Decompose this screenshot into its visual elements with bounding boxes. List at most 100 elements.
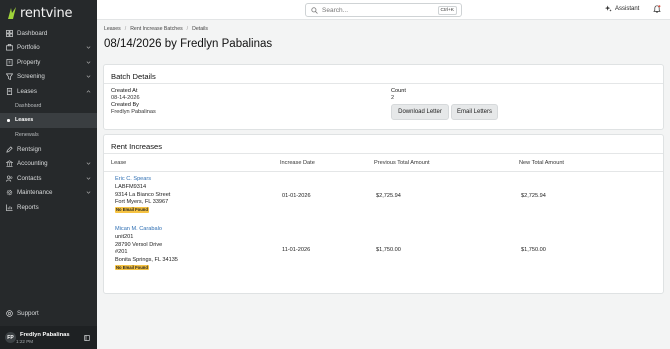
divider	[104, 153, 663, 154]
sidebar-nav: Dashboard Portfolio Property Screening L…	[0, 26, 97, 215]
lease-detail: 9314 La Bianco Street	[115, 191, 171, 198]
assistant-label: Assistant	[615, 5, 640, 12]
sidebar-item-portfolio[interactable]: Portfolio	[0, 41, 97, 56]
column-header-lease[interactable]: Lease	[111, 160, 126, 166]
sidebar-item-label: Reports	[17, 203, 39, 211]
sidebar-subitem-renewals[interactable]: Renewals	[0, 128, 97, 143]
table-row: Mican M. Carabalo unit201 28790 Versol D…	[115, 226, 178, 273]
sparkle-icon	[605, 5, 612, 12]
batch-count-info: Count 2	[391, 88, 406, 102]
lease-detail: LABFM9314	[115, 183, 147, 190]
avatar: FP	[5, 332, 16, 343]
dashboard-icon	[6, 29, 13, 37]
created-by-value: Fredlyn Pabalinas	[111, 109, 156, 115]
batch-details-heading: Batch Details	[111, 72, 156, 81]
sidebar-item-maintenance[interactable]: Maintenance	[0, 186, 97, 201]
status-badge: No Email Found	[115, 207, 149, 213]
sidebar-subitem-leases[interactable]: Leases	[0, 113, 97, 128]
sidebar-item-accounting[interactable]: Accounting	[0, 157, 97, 172]
chart-icon	[6, 204, 13, 211]
sidebar-item-rentsign[interactable]: Rentsign	[0, 142, 97, 157]
sidebar-item-dashboard[interactable]: Dashboard	[0, 26, 97, 41]
breadcrumb-leases[interactable]: Leases	[104, 26, 121, 32]
main-content: Leases / Rent Increase Batches / Details…	[97, 20, 670, 349]
sidebar-item-property[interactable]: Property	[0, 55, 97, 70]
sidebar-item-label: Support	[17, 309, 39, 317]
brand-name: rentvine	[20, 5, 73, 21]
created-by-label: Created By	[111, 102, 139, 108]
column-header-new-total[interactable]: New Total Amount	[519, 160, 564, 166]
sidebar-item-label: Leases	[17, 87, 37, 95]
user-time: 1:22 PM	[16, 338, 34, 344]
sidebar-item-screening[interactable]: Screening	[0, 70, 97, 85]
lease-detail: Fort Myers, FL 33967	[115, 199, 169, 206]
download-letter-button[interactable]: Download Letter	[391, 104, 449, 120]
new-total-cell: $2,725.94	[521, 193, 546, 199]
chevron-down-icon	[86, 46, 91, 50]
breadcrumb-separator: /	[124, 26, 127, 32]
divider	[104, 171, 663, 172]
new-total-cell: $1,750.00	[521, 247, 546, 253]
user-info: Fredlyn Pabalinas 1:22 PM	[16, 332, 70, 344]
assistant-button[interactable]: Assistant	[605, 5, 639, 12]
breadcrumb-details: Details	[192, 26, 208, 32]
brand-logo[interactable]: rentvine	[6, 5, 73, 21]
sidebar-item-label: Contacts	[17, 174, 42, 182]
increase-date-cell: 11-01-2026	[282, 247, 311, 253]
collapse-sidebar-icon[interactable]	[84, 334, 90, 341]
chevron-down-icon	[86, 191, 91, 195]
column-header-previous-total[interactable]: Previous Total Amount	[374, 160, 430, 166]
chevron-down-icon	[86, 61, 91, 64]
sidebar-item-label: Maintenance	[17, 189, 53, 197]
search-box[interactable]: Ctrl+K	[305, 3, 462, 17]
previous-total-cell: $2,725.94	[376, 193, 401, 199]
sidebar-item-support[interactable]: Support	[0, 306, 97, 321]
building-icon	[6, 58, 13, 66]
batch-details-card: Batch Details Created At 08-14-2026 Crea…	[103, 64, 664, 130]
user-bar[interactable]: FP Fredlyn Pabalinas 1:22 PM	[0, 326, 97, 349]
tenant-link[interactable]: Mican M. Carabalo	[115, 226, 178, 234]
email-letters-button[interactable]: Email Letters	[451, 104, 498, 120]
bank-icon	[6, 160, 13, 167]
page-title: 08/14/2026 by Fredlyn Pabalinas	[104, 38, 273, 50]
sidebar-item-leases[interactable]: Leases	[0, 84, 97, 99]
breadcrumb: Leases / Rent Increase Batches / Details	[104, 26, 208, 32]
rent-increases-card: Rent Increases Lease Increase Date Previ…	[103, 134, 664, 294]
chevron-up-icon	[86, 89, 91, 93]
rentvine-leaf-icon	[8, 7, 16, 19]
search-shortcut: Ctrl+K	[437, 5, 457, 15]
users-icon	[6, 175, 13, 182]
pen-icon	[6, 146, 13, 153]
sidebar-subitem-dashboard[interactable]: Dashboard	[0, 99, 97, 114]
breadcrumb-rent-increase-batches[interactable]: Rent Increase Batches	[130, 26, 182, 32]
lease-detail: Bonita Springs, FL 34135	[115, 257, 178, 264]
table-row: Eric C. Spears LABFM9314 9314 La Bianco …	[115, 176, 170, 215]
created-at-label: Created At	[111, 88, 138, 94]
chevron-down-icon	[86, 75, 91, 79]
top-bar: Ctrl+K Assistant	[97, 0, 670, 20]
search-icon	[311, 6, 318, 14]
tenant-link[interactable]: Eric C. Spears	[115, 176, 170, 184]
sidebar-item-label: Rentsign	[17, 145, 42, 153]
bell-icon[interactable]	[653, 5, 661, 13]
batch-created-info: Created At 08-14-2026 Created By Fredlyn…	[111, 88, 156, 116]
count-value: 2	[391, 95, 395, 101]
increase-date-cell: 01-01-2026	[282, 193, 311, 199]
search-input[interactable]	[322, 6, 432, 14]
document-icon	[6, 87, 13, 95]
breadcrumb-separator: /	[186, 26, 189, 32]
status-badge: No Email Found	[115, 264, 149, 271]
sidebar-item-reports[interactable]: Reports	[0, 200, 97, 215]
sidebar-item-contacts[interactable]: Contacts	[0, 171, 97, 186]
sidebar-item-label: Accounting	[17, 160, 48, 168]
sidebar: rentvine Dashboard Portfolio Property Sc…	[0, 0, 97, 349]
column-header-increase-date[interactable]: Increase Date	[280, 160, 315, 166]
sidebar-item-label: Dashboard	[17, 29, 48, 37]
divider	[104, 83, 663, 84]
chevron-down-icon	[86, 162, 91, 166]
lease-detail: #201	[115, 249, 128, 256]
sidebar-item-label: Portfolio	[17, 44, 40, 52]
previous-total-cell: $1,750.00	[376, 247, 401, 253]
chevron-down-icon	[86, 177, 91, 180]
gear-icon	[6, 189, 13, 196]
